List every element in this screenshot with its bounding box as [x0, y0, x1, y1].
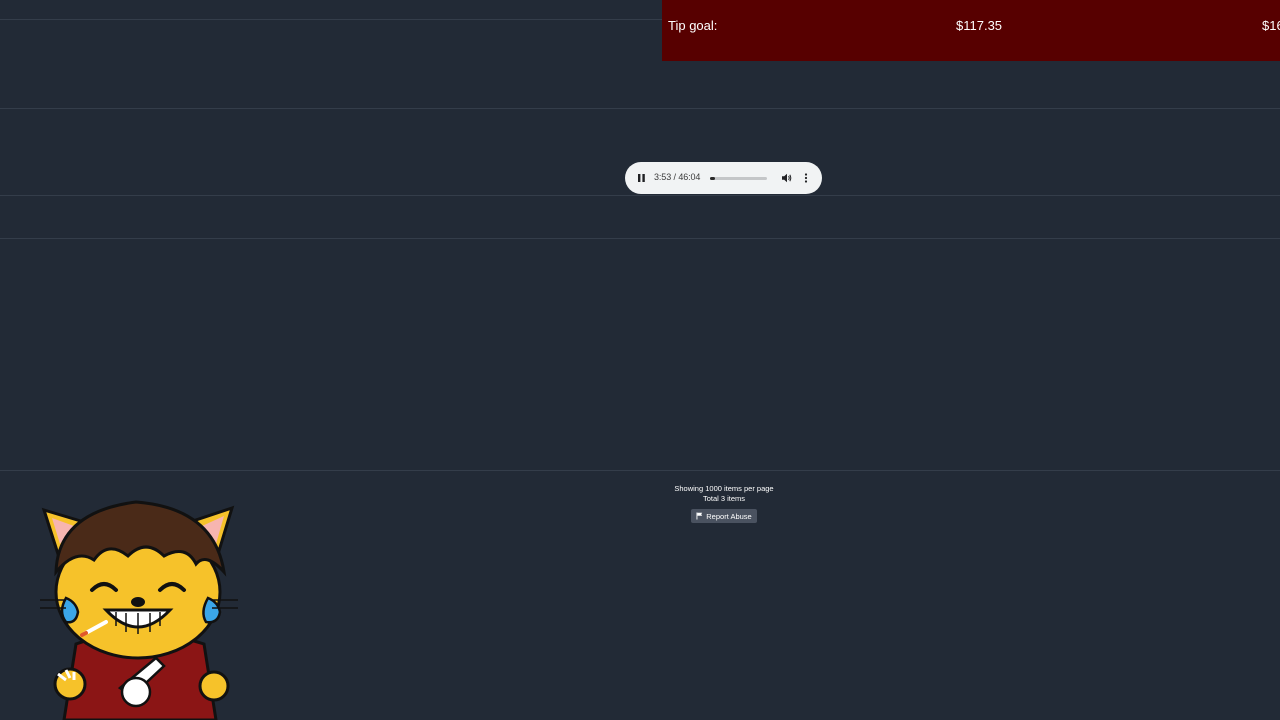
tip-goal-current-amount: $117.35 [956, 18, 1003, 33]
flag-icon [696, 512, 703, 520]
total-items-text: Total 3 items [702, 494, 746, 503]
items-per-page-text: Showing 1000 items per page [674, 484, 774, 493]
more-vert-icon[interactable] [801, 171, 811, 185]
divider [0, 470, 1280, 471]
tip-goal-banner: Tip goal: $117.35 $16 [662, 0, 1280, 61]
pagination-info: Showing 1000 items per page Total 3 item… [624, 484, 824, 504]
audio-player: 3:53 / 46:04 [625, 162, 822, 194]
tip-goal-target-amount: $16 [1262, 18, 1280, 33]
report-abuse-button[interactable]: Report Abuse [691, 509, 757, 523]
divider [0, 238, 1280, 239]
playback-time: 3:53 / 46:04 [654, 172, 701, 182]
pause-icon[interactable] [636, 171, 647, 185]
divider [0, 195, 1280, 196]
cat-mascot-image [40, 500, 238, 720]
report-abuse-label: Report Abuse [706, 511, 752, 521]
tip-goal-label: Tip goal: [668, 18, 718, 33]
page: Tip goal: $117.35 $16 3:53 / 46:04 Showi… [0, 0, 1280, 720]
seek-bar-progress [710, 177, 715, 180]
divider [0, 108, 1280, 109]
volume-icon[interactable] [781, 172, 793, 184]
seek-bar[interactable] [710, 177, 767, 180]
